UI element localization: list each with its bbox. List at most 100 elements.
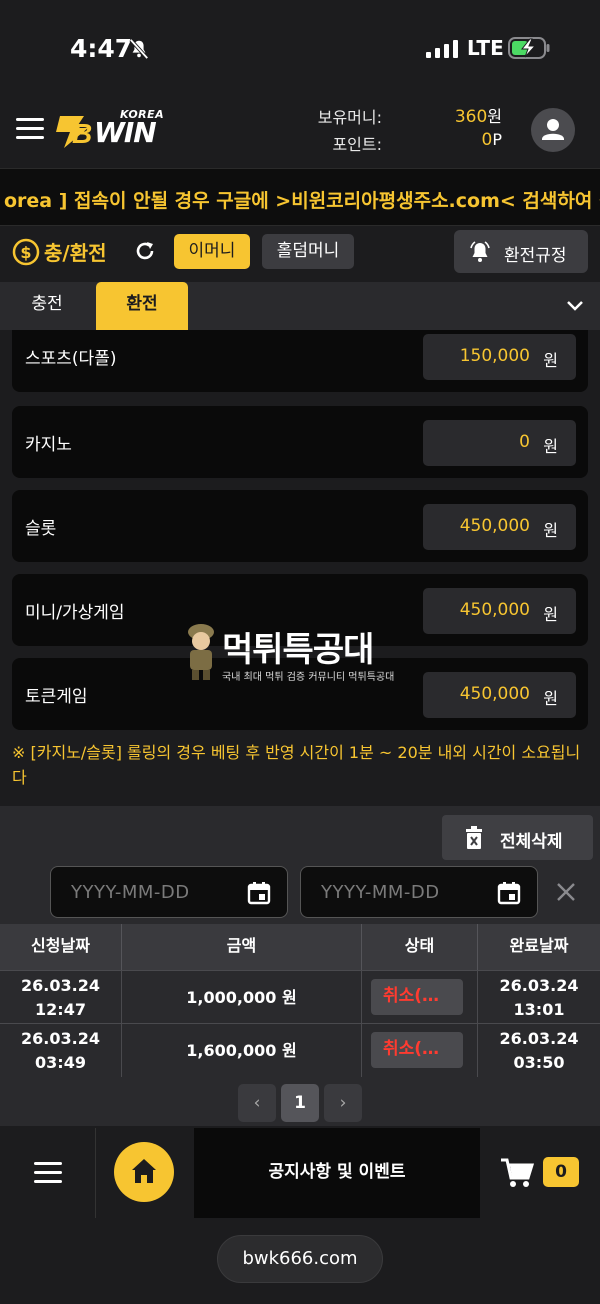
menu-icon — [34, 1162, 62, 1184]
pagination: ‹ 1 › — [238, 1084, 362, 1122]
avatar[interactable] — [531, 108, 575, 152]
coin-exchange-icon: $ — [12, 238, 40, 266]
home-icon — [132, 1159, 156, 1183]
watermark: 먹튀특공대 국내 최대 먹튀 검증 커뮤니티 먹튀특공대 — [182, 622, 422, 684]
refresh-icon[interactable] — [134, 240, 156, 262]
game-row-sports: 스포츠(다폴) 150,000 원 — [12, 330, 588, 392]
cart-icon[interactable] — [500, 1158, 534, 1188]
notice-events-button[interactable]: 공지사항 및 이벤트 — [194, 1128, 480, 1218]
notice-marquee: orea ] 접속이 안될 경우 구글에 >비윈코리아평생주소.com< 검색하… — [0, 168, 600, 226]
table-row: 26.03.24 12:47 1,000,000 원 취소(… 26.03.24… — [0, 970, 600, 1024]
page-button-current[interactable]: 1 — [281, 1084, 319, 1122]
request-date-cell: 26.03.24 03:49 — [0, 1024, 122, 1077]
amount-cell: 1,000,000 원 — [122, 971, 362, 1024]
tab-bar: 충전 환전 — [0, 282, 600, 330]
menu-icon[interactable] — [16, 118, 44, 140]
home-button[interactable] — [114, 1142, 174, 1202]
game-amount-box: 150,000 원 — [423, 334, 576, 380]
url-pill[interactable]: bwk666.com — [217, 1235, 383, 1283]
complete-time: 03:50 — [513, 1053, 565, 1072]
point-label: 포인트: — [332, 135, 382, 154]
watermark-title: 먹튀특공대 — [222, 630, 374, 670]
calendar-icon[interactable] — [247, 881, 271, 905]
bottom-menu-button[interactable] — [0, 1128, 96, 1218]
game-name: 미니/가상게임 — [25, 603, 125, 623]
marquee-text: orea ] 접속이 안될 경우 구글에 >비윈코리아평생주소.com< 검색하… — [4, 190, 600, 212]
tab-exchange[interactable]: 환전 — [96, 282, 188, 330]
logo-win-text: WIN — [94, 116, 157, 149]
game-amount: 0 — [519, 432, 530, 452]
request-time: 12:47 — [35, 1000, 86, 1019]
user-icon — [542, 119, 564, 140]
balance-amount: 360 — [454, 107, 488, 127]
chevron-down-icon[interactable] — [566, 300, 584, 312]
point-unit: P — [492, 130, 502, 149]
game-amount-unit: 원 — [543, 689, 558, 708]
game-amount-unit: 원 — [543, 521, 558, 540]
logo-bolt-icon: B — [56, 116, 92, 149]
col-complete-date: 완료날짜 — [509, 936, 569, 955]
date-from-input[interactable]: YYYY-MM-DD — [50, 866, 288, 918]
game-name: 스포츠(다폴) — [25, 349, 117, 369]
emoney-button[interactable]: 이머니 — [174, 234, 250, 269]
complete-date-cell: 26.03.24 03:50 — [478, 1024, 600, 1077]
page-titlebar: $ 충/환전 이머니 홀덤머니 환전규정 — [0, 226, 600, 278]
tab-charge[interactable]: 충전 — [0, 282, 94, 330]
delete-all-label: 전체삭제 — [500, 832, 563, 852]
next-page-button[interactable]: › — [324, 1084, 362, 1122]
table-header: 신청날짜 금액 상태 완료날짜 — [0, 924, 600, 970]
trash-icon — [466, 826, 482, 849]
browser-url-bar: bwk666.com — [0, 1218, 600, 1304]
status-badge[interactable]: 취소(… — [371, 979, 463, 1015]
request-date: 26.03.24 — [21, 976, 100, 995]
point-value: 0P — [482, 130, 502, 150]
game-name: 카지노 — [25, 435, 72, 455]
game-amount-box: 0 원 — [423, 420, 576, 466]
game-amount-box: 450,000 원 — [423, 588, 576, 634]
status-cell: 취소(… — [362, 971, 478, 1024]
game-name: 슬롯 — [25, 519, 57, 539]
signal-icon — [426, 40, 458, 58]
bwin-logo[interactable]: B KOREA WIN — [54, 108, 174, 152]
svg-text:$: $ — [20, 243, 31, 262]
request-date-cell: 26.03.24 12:47 — [0, 971, 122, 1024]
cart-count-badge[interactable]: 0 — [543, 1157, 579, 1187]
holdem-money-button[interactable]: 홀덤머니 — [262, 234, 354, 269]
watermark-subtitle: 국내 최대 먹튀 검증 커뮤니티 먹튀특공대 — [222, 672, 395, 683]
alarm-bell-icon — [470, 241, 490, 262]
status-time: 4:47 — [70, 34, 133, 63]
calendar-icon[interactable] — [497, 881, 521, 905]
balance-value: 360원 — [455, 103, 502, 127]
col-status: 상태 — [362, 924, 478, 970]
request-date: 26.03.24 — [21, 1029, 100, 1048]
complete-date: 26.03.24 — [499, 1029, 579, 1048]
game-amount-unit: 원 — [543, 351, 558, 370]
complete-time: 13:01 — [513, 1000, 565, 1019]
status-bar: 4:47 LTE — [0, 0, 600, 96]
point-amount: 0 — [481, 130, 493, 150]
prev-page-button[interactable]: ‹ — [238, 1084, 276, 1122]
game-amount-box: 450,000 원 — [423, 504, 576, 550]
close-icon[interactable] — [556, 882, 576, 902]
complete-date: 26.03.24 — [499, 976, 579, 995]
table-row: 26.03.24 03:49 1,600,000 원 취소(… 26.03.24… — [0, 1023, 600, 1077]
game-amount-unit: 원 — [543, 605, 558, 624]
balance-label: 보유머니: — [317, 108, 382, 127]
delete-all-button[interactable]: 전체삭제 — [442, 815, 593, 860]
status-badge[interactable]: 취소(… — [371, 1032, 463, 1068]
date-from-placeholder: YYYY-MM-DD — [71, 882, 190, 903]
game-amount: 450,000 — [459, 600, 530, 620]
game-amount-box: 450,000 원 — [423, 672, 576, 718]
app-header: B KOREA WIN 보유머니: 360원 포인트: 0P — [0, 96, 600, 168]
exchange-rules-button[interactable]: 환전규정 — [454, 230, 588, 273]
date-to-input[interactable]: YYYY-MM-DD — [300, 866, 538, 918]
date-to-placeholder: YYYY-MM-DD — [321, 882, 440, 903]
amount-cell: 1,600,000 원 — [122, 1024, 362, 1077]
game-amount: 150,000 — [459, 346, 530, 366]
game-row-casino: 카지노 0 원 — [12, 406, 588, 478]
balance-unit: 원 — [487, 107, 502, 126]
col-amount: 금액 — [122, 924, 362, 970]
network-label: LTE — [467, 36, 504, 60]
game-amount-unit: 원 — [543, 437, 558, 456]
rolling-notice: ※ [카지노/슬롯] 롤링의 경우 베팅 후 반영 시간이 1분 ~ 20분 내… — [12, 743, 581, 787]
